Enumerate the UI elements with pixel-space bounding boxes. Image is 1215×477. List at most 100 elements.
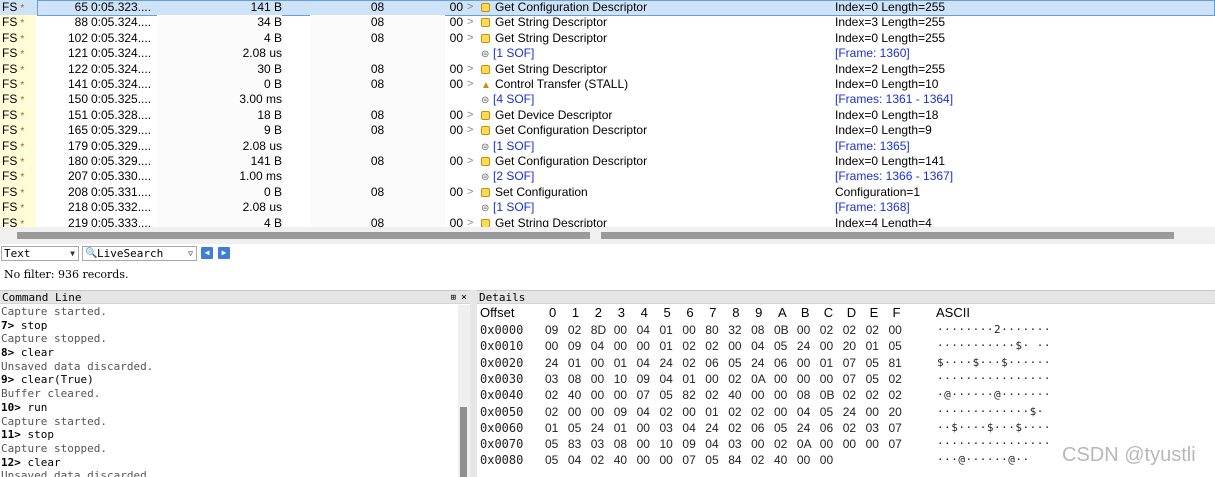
hex-byte[interactable]: 03 — [545, 371, 558, 387]
hex-byte[interactable]: 07 — [637, 387, 650, 403]
hex-byte[interactable]: 00 — [682, 322, 695, 338]
table-row[interactable]: FS * 179 0:05.329.... 2.08 us ⊜ [1 SOF] [Frame:… — [0, 138, 1215, 154]
hex-byte[interactable]: 03 — [660, 420, 673, 436]
table-row[interactable]: FS * 180 0:05.329.... 141 B 08 00 > Get Configur… — [0, 154, 1215, 170]
hex-byte[interactable]: 02 — [820, 322, 833, 338]
close-icon[interactable]: × — [461, 291, 467, 305]
hex-byte[interactable]: 01 — [545, 420, 558, 436]
pane-splitter[interactable] — [470, 290, 477, 477]
record-description[interactable]: [1 SOF] — [493, 200, 823, 215]
hex-byte[interactable]: 04 — [637, 322, 650, 338]
hex-byte[interactable]: 00 — [820, 452, 833, 468]
hex-byte[interactable]: 00 — [866, 404, 879, 420]
chevron-right-icon[interactable]: > — [467, 123, 477, 138]
hex-byte[interactable]: 20 — [843, 338, 856, 354]
hex-byte[interactable]: 0B — [820, 387, 835, 403]
hex-byte[interactable]: 05 — [866, 371, 879, 387]
chevron-right-icon[interactable]: > — [467, 15, 477, 30]
hex-byte[interactable]: 02 — [889, 387, 902, 403]
hex-byte[interactable]: 05 — [866, 355, 879, 371]
hex-byte[interactable]: 40 — [614, 452, 627, 468]
hex-byte[interactable]: 0A — [751, 371, 766, 387]
hex-byte[interactable]: 01 — [614, 355, 627, 371]
hex-byte[interactable]: 40 — [728, 387, 741, 403]
record-description[interactable]: [1 SOF] — [493, 46, 823, 61]
search-prev-button[interactable]: ◀ — [201, 247, 213, 259]
pin-icon[interactable]: ⊞ — [451, 291, 456, 305]
hex-byte[interactable]: 00 — [843, 436, 856, 452]
hex-byte[interactable]: 01 — [820, 355, 833, 371]
hex-byte[interactable]: 04 — [637, 404, 650, 420]
record-description[interactable]: [1 SOF] — [493, 139, 823, 154]
hex-byte[interactable]: 00 — [797, 452, 810, 468]
table-row[interactable]: FS * 65 0:05.323.... 141 B 08 00 > Get Configura… — [0, 0, 1215, 17]
hex-byte[interactable]: 0B — [774, 322, 789, 338]
hex-byte[interactable]: 02 — [568, 322, 581, 338]
hex-byte[interactable]: 09 — [614, 404, 627, 420]
hex-byte[interactable]: 84 — [728, 452, 741, 468]
hex-byte[interactable]: 00 — [637, 452, 650, 468]
hex-byte[interactable]: 83 — [568, 436, 581, 452]
hex-byte[interactable]: 04 — [660, 371, 673, 387]
hex-byte[interactable]: 05 — [568, 420, 581, 436]
hex-byte[interactable]: 06 — [820, 420, 833, 436]
chevron-right-icon[interactable]: > — [467, 216, 477, 227]
hex-byte[interactable]: 01 — [614, 420, 627, 436]
hex-byte[interactable]: 00 — [820, 371, 833, 387]
hex-byte[interactable]: 40 — [774, 452, 787, 468]
hex-byte[interactable]: 05 — [545, 436, 558, 452]
table-row[interactable]: FS * 207 0:05.330.... 1.00 ms ⊜ [2 SOF] [Frames… — [0, 169, 1215, 185]
hex-byte[interactable]: 00 — [568, 404, 581, 420]
hex-byte[interactable]: 24 — [591, 420, 604, 436]
hex-byte[interactable]: 09 — [637, 371, 650, 387]
hex-byte[interactable]: 02 — [866, 322, 879, 338]
hex-byte[interactable]: 05 — [705, 452, 718, 468]
hex-byte[interactable]: 00 — [751, 387, 764, 403]
hex-byte[interactable]: 24 — [797, 420, 810, 436]
command-line-output[interactable]: Capture started. 7> stop Capture stopped. 8… — [0, 305, 458, 477]
hex-byte[interactable]: 0A — [797, 436, 812, 452]
hex-byte[interactable]: 01 — [568, 355, 581, 371]
hex-byte[interactable]: 00 — [774, 371, 787, 387]
hex-byte[interactable]: 02 — [751, 404, 764, 420]
scrollbar-thumb-right[interactable] — [601, 232, 1174, 239]
hex-byte[interactable]: 24 — [660, 355, 673, 371]
hex-byte[interactable]: 00 — [614, 322, 627, 338]
hex-byte[interactable]: 04 — [797, 404, 810, 420]
hex-byte[interactable]: 06 — [705, 355, 718, 371]
hex-byte[interactable]: 02 — [889, 371, 902, 387]
chevron-right-icon[interactable]: > — [467, 154, 477, 169]
hex-byte[interactable]: 20 — [889, 404, 902, 420]
hex-byte[interactable]: 07 — [889, 436, 902, 452]
table-row[interactable]: FS * 122 0:05.324.... 30 B 08 00 > Get String De… — [0, 61, 1215, 77]
hex-byte[interactable]: 05 — [889, 338, 902, 354]
hex-byte[interactable]: 02 — [728, 371, 741, 387]
hex-byte[interactable]: 00 — [591, 371, 604, 387]
hex-byte[interactable]: 04 — [568, 452, 581, 468]
hex-byte[interactable]: 00 — [591, 404, 604, 420]
hex-byte[interactable]: 05 — [660, 387, 673, 403]
hex-byte[interactable]: 00 — [866, 436, 879, 452]
hex-byte[interactable]: 01 — [866, 338, 879, 354]
hex-byte[interactable]: 05 — [774, 420, 787, 436]
hex-byte[interactable]: 80 — [705, 322, 718, 338]
hex-byte[interactable]: 02 — [728, 404, 741, 420]
hex-byte[interactable]: 08 — [614, 436, 627, 452]
hex-byte[interactable]: 04 — [705, 436, 718, 452]
horizontal-scrollbar[interactable] — [0, 227, 1215, 244]
hex-byte[interactable]: 00 — [797, 371, 810, 387]
hex-byte[interactable]: 05 — [820, 404, 833, 420]
chevron-right-icon[interactable]: > — [467, 108, 477, 123]
hex-byte[interactable]: 00 — [660, 452, 673, 468]
hex-byte[interactable]: 04 — [682, 420, 695, 436]
hex-byte[interactable]: 09 — [682, 436, 695, 452]
hex-byte[interactable]: 02 — [843, 387, 856, 403]
hex-byte[interactable]: 40 — [568, 387, 581, 403]
hex-byte[interactable]: 81 — [889, 355, 902, 371]
hex-byte[interactable]: 02 — [705, 338, 718, 354]
hex-byte[interactable]: 07 — [682, 452, 695, 468]
hex-byte[interactable]: 03 — [728, 436, 741, 452]
hex-byte[interactable]: 05 — [774, 338, 787, 354]
hex-byte[interactable]: 00 — [591, 387, 604, 403]
hex-byte[interactable]: 24 — [751, 355, 764, 371]
